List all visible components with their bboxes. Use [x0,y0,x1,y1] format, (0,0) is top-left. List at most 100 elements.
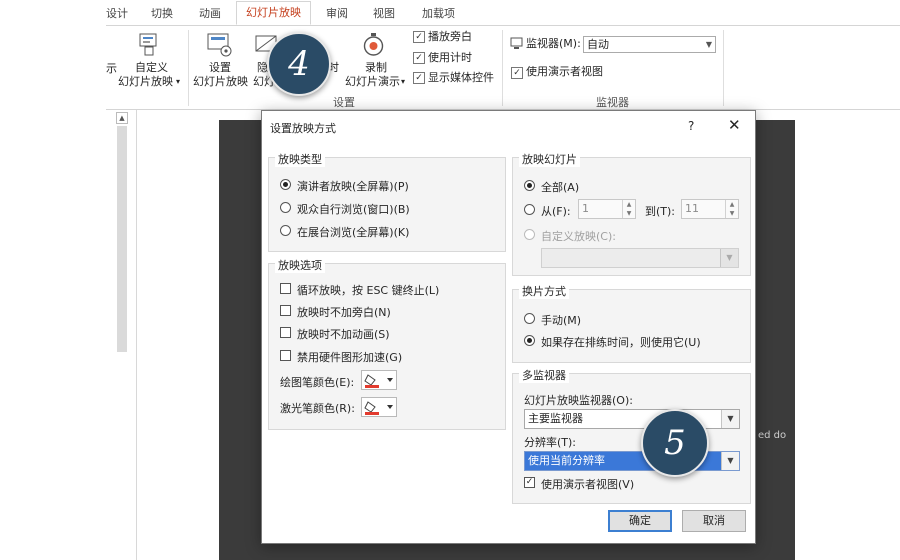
thumbnail-scrollbar[interactable]: ▲ [116,112,128,352]
show-monitor-label: 幻灯片放映监视器(O): [524,394,633,407]
record-stopwatch-icon [363,33,384,56]
to-slide-spinner[interactable]: 11 ▲ ▼ [681,199,739,219]
custom-show-label[interactable]: 自定义 [135,61,168,75]
radio-manual[interactable] [524,313,535,324]
radio-kiosk[interactable] [280,225,291,236]
step-badge-4: 4 [267,32,331,96]
chevron-down-icon: ▼ [721,452,739,470]
tab-view[interactable]: 视图 [373,5,395,21]
setup-show-icon [207,33,232,57]
show-type-legend: 放映类型 [275,151,325,167]
show-slides-legend: 放映幻灯片 [519,151,580,167]
ribbon-presenter-view-label: 使用演示者视图 [526,65,603,78]
loop-checkbox[interactable] [280,283,291,294]
show-options-legend: 放映选项 [275,257,325,273]
tab-review[interactable]: 审阅 [326,5,348,21]
setup-show-dialog: 设置放映方式 ? ✕ 放映类型 演讲者放映(全屏幕)(P) 观众自行浏览(窗口)… [261,110,756,544]
spinner-arrows-icon[interactable]: ▲ ▼ [725,200,738,218]
chevron-down-icon: ▼ [705,40,712,49]
chevron-down-icon: ▼ [721,410,739,428]
record-dropdown-icon[interactable]: ▾ [401,75,405,89]
radio-individual[interactable] [280,202,291,213]
chevron-down-icon: ▼ [720,249,738,267]
presenter-view-checkbox[interactable]: ✓ [524,477,535,488]
show-type-group: 放映类型 演讲者放映(全屏幕)(P) 观众自行浏览(窗口)(B) 在展台浏览(全… [268,151,506,252]
scroll-up-icon[interactable]: ▲ [116,112,128,124]
laser-color-label: 激光笔颜色(R): [280,402,355,415]
radio-use-timings-label: 如果存在排练时间，则使用它(U) [541,336,701,349]
use-timings-checkbox[interactable]: ✓ [413,52,425,64]
radio-all-slides[interactable] [524,180,535,191]
ribbon-tabs: 设计 切换 动画 幻灯片放映 审阅 视图 加载项 [106,0,900,26]
ribbon-separator [502,30,503,106]
disable-hw-accel-checkbox[interactable] [280,350,291,361]
monitor-label: 监视器(M): [526,37,581,50]
radio-from-slide[interactable] [524,204,535,215]
custom-show-icon [139,33,157,56]
group-monitor-label: 监视器 [596,96,629,109]
from-slide-value: 1 [582,202,589,215]
close-icon[interactable]: ✕ [728,116,741,134]
multi-monitor-group: 多监视器 幻灯片放映监视器(O): 主要监视器 ▼ 分辨率(T): 使用当前分辨… [512,367,751,504]
resolution-value: 使用当前分辨率 [528,454,605,467]
radio-presenter-label: 演讲者放映(全屏幕)(P) [297,180,409,193]
no-animation-checkbox[interactable] [280,327,291,338]
ok-button[interactable]: 确定 [608,510,672,532]
radio-manual-label: 手动(M) [541,314,582,327]
laser-color-button[interactable] [361,397,397,417]
pen-color-label: 绘图笔颜色(E): [280,376,355,389]
disable-hw-accel-label: 禁用硬件图形加速(G) [297,351,403,364]
partial-ribbon-label: 示 [106,62,117,75]
custom-show-label-2[interactable]: 幻灯片放映 [118,75,173,89]
presenter-view-label: 使用演示者视图(V) [541,478,635,491]
tab-addins[interactable]: 加载项 [422,5,455,21]
radio-kiosk-label: 在展台浏览(全屏幕)(K) [297,226,410,239]
setup-show-label[interactable]: 设置 [209,61,231,75]
monitor-select[interactable]: 自动 ▼ [583,36,716,53]
resolution-select[interactable]: 使用当前分辨率 ▼ [524,451,740,471]
tab-slideshow[interactable]: 幻灯片放映 [236,1,311,25]
radio-all-slides-label: 全部(A) [541,181,580,194]
help-icon[interactable]: ? [688,119,694,133]
tab-transitions[interactable]: 切换 [151,5,173,21]
advance-legend: 换片方式 [519,283,569,299]
radio-custom-show-label: 自定义放映(C): [541,230,616,243]
to-slide-label: 到(T): [645,205,676,218]
show-monitor-select[interactable]: 主要监视器 ▼ [524,409,740,429]
custom-show-select[interactable]: ▼ [541,248,739,268]
no-narration-checkbox[interactable] [280,305,291,316]
record-label-2[interactable]: 幻灯片演示 [345,75,400,89]
slide-partial-text: ed do [758,430,787,441]
monitor-icon [510,37,523,49]
cancel-button[interactable]: 取消 [682,510,746,532]
ribbon-separator [188,30,189,106]
custom-show-dropdown-icon[interactable]: ▾ [176,75,180,89]
radio-presenter[interactable] [280,179,291,190]
show-media-checkbox[interactable]: ✓ [413,72,425,84]
from-slide-spinner[interactable]: 1 ▲ ▼ [578,199,636,219]
radio-custom-show[interactable] [524,229,535,240]
play-narration-label: 播放旁白 [428,30,472,43]
radio-from-slide-label: 从(F): [541,205,571,218]
paint-bucket-icon [364,374,393,388]
pen-color-button[interactable] [361,370,397,390]
use-timings-label: 使用计时 [428,51,472,64]
advance-slides-group: 换片方式 手动(M) 如果存在排练时间，则使用它(U) [512,283,751,363]
no-animation-label: 放映时不加动画(S) [297,328,390,341]
spinner-arrows-icon[interactable]: ▲ ▼ [622,200,635,218]
play-narration-checkbox[interactable]: ✓ [413,31,425,43]
tab-animations[interactable]: 动画 [199,5,221,21]
show-monitor-value: 主要监视器 [528,412,583,425]
show-slides-group: 放映幻灯片 全部(A) 从(F): 1 ▲ ▼ 到(T): 11 ▲ ▼ 自定义放映… [512,151,751,276]
scroll-thumb[interactable] [117,126,127,352]
show-media-label: 显示媒体控件 [428,71,494,84]
tab-design[interactable]: 设计 [106,5,128,21]
setup-show-label-2[interactable]: 幻灯片放映 [193,75,248,89]
ribbon-presenter-view-checkbox[interactable]: ✓ [511,67,523,79]
resolution-label: 分辨率(T): [524,436,577,449]
ribbon-separator [723,30,724,106]
show-options-group: 放映选项 循环放映，按 ESC 键终止(L) 放映时不加旁白(N) 放映时不加动… [268,257,506,430]
group-setup-label: 设置 [333,96,355,109]
record-label[interactable]: 录制 [365,61,387,75]
radio-use-timings[interactable] [524,335,535,346]
